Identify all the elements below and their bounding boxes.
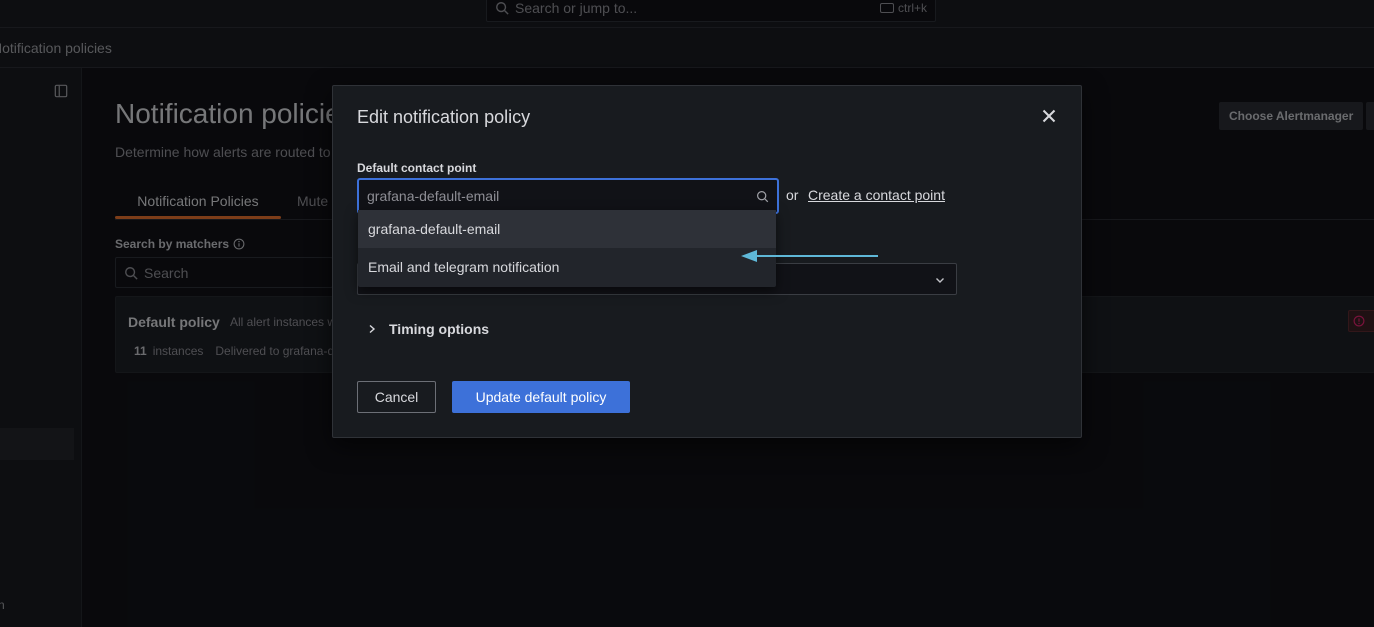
timing-options-label: Timing options <box>389 321 490 337</box>
close-button[interactable] <box>1038 105 1060 127</box>
arrow-annotation <box>741 250 878 262</box>
contact-point-label: Default contact point <box>357 161 477 175</box>
contact-point-combobox[interactable] <box>357 178 779 214</box>
close-icon <box>1042 109 1056 123</box>
or-text: or <box>786 187 799 203</box>
chevron-right-icon <box>369 324 376 334</box>
cancel-button[interactable]: Cancel <box>357 381 436 413</box>
dropdown-option[interactable]: grafana-default-email <box>358 210 776 248</box>
contact-point-dropdown: grafana-default-email Email and telegram… <box>358 210 776 287</box>
timing-options-toggle[interactable]: Timing options <box>367 321 489 337</box>
create-contact-point-link[interactable]: Create a contact point <box>808 187 945 203</box>
search-icon <box>757 190 769 202</box>
update-default-policy-button[interactable]: Update default policy <box>452 381 630 413</box>
modal-title: Edit notification policy <box>357 107 531 127</box>
edit-policy-modal: Edit notification policy Default contact… <box>332 85 1082 438</box>
dropdown-option[interactable]: Email and telegram notification <box>358 248 776 286</box>
contact-point-input[interactable] <box>367 188 756 204</box>
chevron-down-icon <box>936 278 944 283</box>
